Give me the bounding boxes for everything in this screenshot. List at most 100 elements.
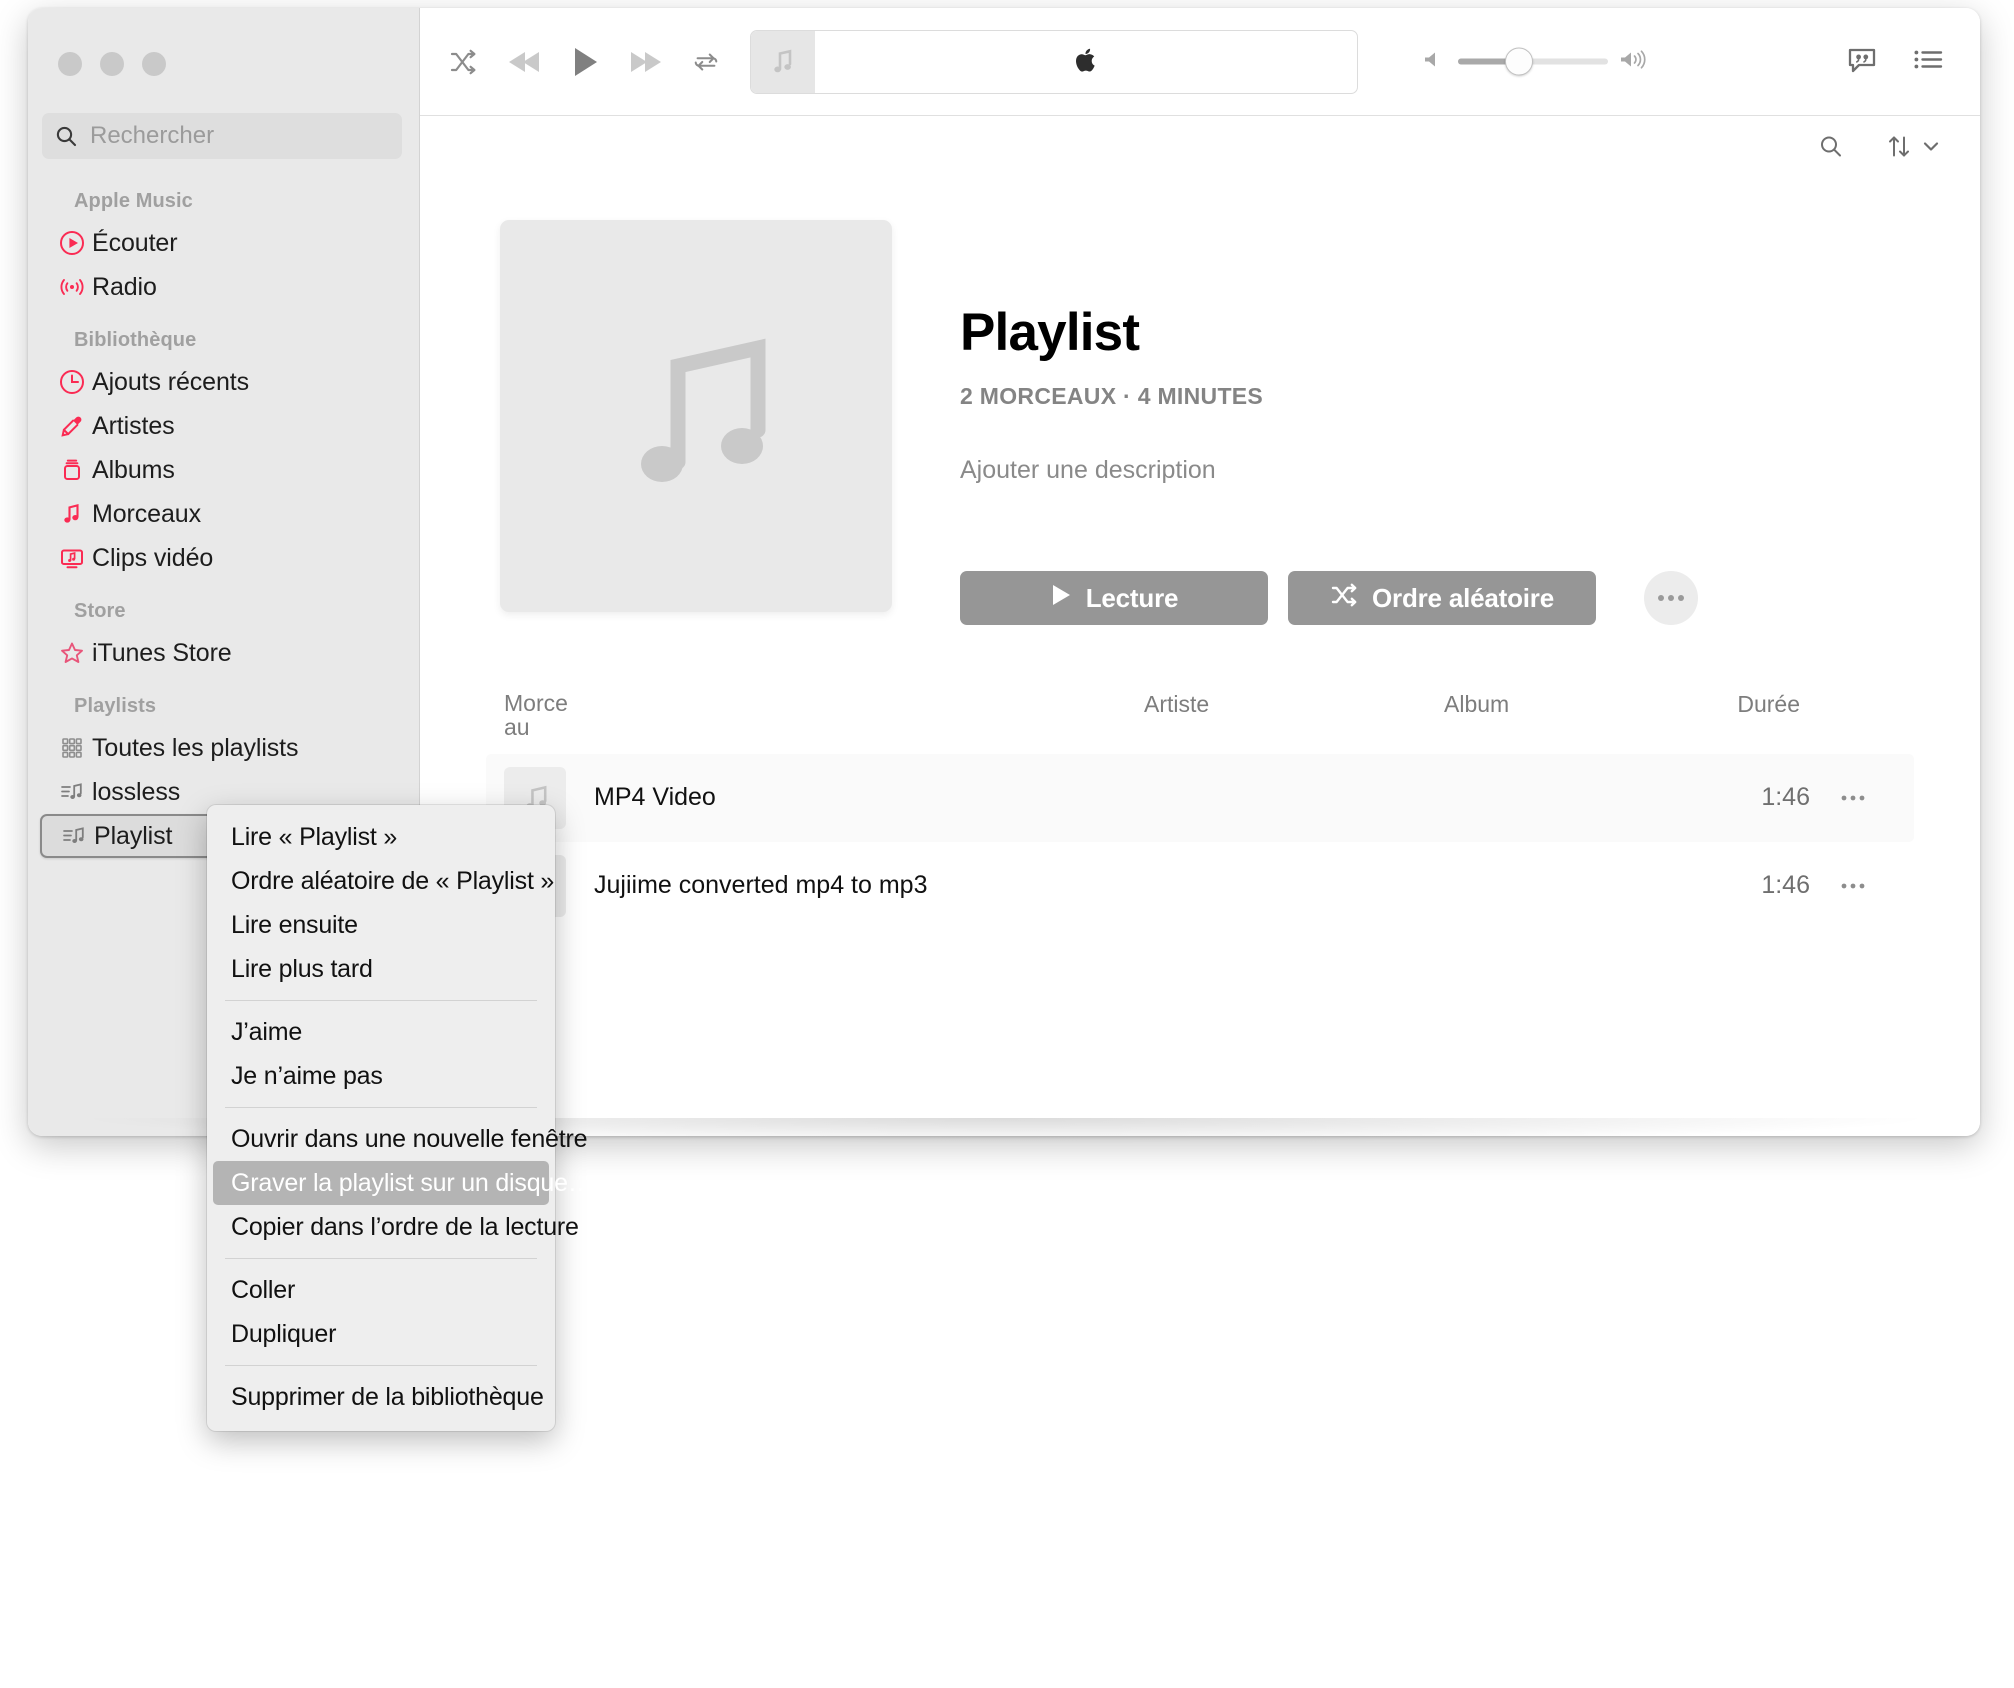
- sidebar-item-toutes-les-playlists[interactable]: Toutes les playlists: [40, 726, 408, 770]
- more-options-button[interactable]: [1644, 571, 1698, 625]
- menu-item-copier-ordre-lecture[interactable]: Copier dans l’ordre de la lecture: [213, 1205, 579, 1249]
- playlist-actions: Lecture Ordre aléatoire: [960, 571, 1980, 625]
- sidebar-item-label: Radio: [92, 272, 157, 301]
- sidebar-item-label: Toutes les playlists: [92, 733, 299, 762]
- sidebar-item-morceaux[interactable]: Morceaux: [40, 492, 408, 536]
- sidebar-item-ajouts-recents[interactable]: Ajouts récents: [40, 360, 408, 404]
- playlist-artwork[interactable]: [500, 220, 892, 612]
- sidebar-item-label: Clips vidéo: [92, 543, 214, 572]
- menu-item-supprimer-bibliotheque[interactable]: Supprimer de la bibliothèque: [213, 1375, 549, 1419]
- play-icon: [1050, 583, 1072, 614]
- sidebar-item-ecouter[interactable]: Écouter: [40, 221, 408, 265]
- menu-item-lire-ensuite[interactable]: Lire ensuite: [213, 903, 549, 947]
- search-field-container[interactable]: [42, 113, 402, 159]
- sort-control[interactable]: [1886, 134, 1940, 165]
- column-header-song[interactable]: Morce au: [504, 691, 1144, 740]
- video-clip-icon: [58, 544, 86, 572]
- menu-item-lire-playlist[interactable]: Lire « Playlist »: [213, 815, 549, 859]
- previous-track-button[interactable]: [506, 47, 542, 77]
- column-header-song-line1: Morce: [504, 690, 568, 716]
- column-header-song-line2: au: [504, 714, 530, 741]
- menu-separator: [225, 1000, 537, 1001]
- queue-list-icon[interactable]: [1912, 43, 1944, 80]
- radio-waves-icon: [58, 273, 86, 301]
- sidebar-item-itunes-store[interactable]: iTunes Store: [40, 631, 408, 675]
- sidebar-item-artistes[interactable]: Artistes: [40, 404, 408, 448]
- volume-slider[interactable]: [1458, 47, 1608, 76]
- microphone-icon: [58, 412, 86, 440]
- sidebar-item-radio[interactable]: Radio: [40, 265, 408, 309]
- shuffle-button-label: Ordre aléatoire: [1372, 582, 1554, 613]
- sidebar-item-label: Albums: [92, 455, 175, 484]
- column-header-album[interactable]: Album: [1444, 691, 1734, 718]
- track-table-header: Morce au Artiste Album Durée: [486, 691, 1914, 754]
- playlist-info: Playlist 2 MORCEAUX · 4 MINUTES Ajouter …: [960, 220, 1980, 625]
- toolbar-right-actions: [1846, 43, 1944, 80]
- subbar-actions: [1818, 134, 1940, 165]
- music-note-icon: [58, 500, 86, 528]
- volume-slider-knob[interactable]: [1505, 47, 1533, 76]
- clock-icon: [58, 368, 86, 396]
- sidebar-group-title-playlists: Playlists: [74, 695, 157, 717]
- track-duration: 1:46: [1761, 783, 1810, 812]
- menu-item-ouvrir-nouvelle-fenetre[interactable]: Ouvrir dans une nouvelle fenêtre: [213, 1117, 588, 1161]
- menu-item-coller[interactable]: Coller: [213, 1268, 549, 1312]
- lyrics-bubble-icon[interactable]: [1846, 43, 1878, 80]
- apple-logo-icon: [1073, 44, 1099, 81]
- play-circle-icon: [58, 229, 86, 257]
- next-track-button[interactable]: [628, 47, 664, 77]
- sidebar-item-label: Artistes: [92, 411, 175, 440]
- menu-item-je-naime-pas[interactable]: Je n’aime pas: [213, 1054, 549, 1098]
- sidebar-group-title-bibliotheque: Bibliothèque: [74, 329, 197, 351]
- track-name: MP4 Video: [594, 783, 716, 812]
- volume-low-icon: [1424, 48, 1446, 75]
- repeat-icon[interactable]: [692, 48, 720, 76]
- main-content: Playlist 2 MORCEAUX · 4 MINUTES Ajouter …: [420, 8, 1980, 1136]
- volume-high-icon: [1620, 48, 1650, 75]
- sidebar-item-label: Ajouts récents: [92, 367, 250, 396]
- now-playing-display[interactable]: [750, 30, 1358, 94]
- chevron-down-icon: [1922, 138, 1940, 161]
- column-header-artist[interactable]: Artiste: [1144, 691, 1444, 718]
- minimize-button[interactable]: [100, 52, 124, 76]
- now-playing-artwork: [751, 31, 815, 93]
- sidebar-item-clips-video[interactable]: Clips vidéo: [40, 536, 408, 580]
- page-title: Playlist: [960, 303, 1140, 362]
- add-description-link[interactable]: Ajouter une description: [960, 456, 1980, 485]
- playlist-meta: 2 MORCEAUX · 4 MINUTES: [960, 383, 1264, 409]
- playlist-note-icon: [58, 778, 86, 806]
- menu-separator: [225, 1258, 537, 1259]
- volume-control[interactable]: [1424, 47, 1650, 76]
- play-button[interactable]: [570, 45, 600, 79]
- screen: Apple Music Écouter Rad: [0, 0, 2014, 1688]
- sidebar-group-title-apple-music: Apple Music: [74, 190, 193, 212]
- shuffle-icon[interactable]: [448, 47, 478, 77]
- search-icon[interactable]: [1818, 134, 1844, 165]
- player-toolbar: [420, 8, 1980, 116]
- sidebar-item-albums[interactable]: Albums: [40, 448, 408, 492]
- star-icon: [58, 639, 86, 667]
- sort-arrows-icon: [1886, 134, 1912, 165]
- play-button-label: Lecture: [1085, 582, 1179, 613]
- play-button[interactable]: Lecture: [960, 571, 1268, 625]
- shuffle-icon: [1330, 582, 1358, 615]
- table-row[interactable]: MP4 Video 1:46: [486, 753, 1914, 842]
- content-subbar: [420, 116, 1980, 182]
- menu-item-ordre-aleatoire-playlist[interactable]: Ordre aléatoire de « Playlist »: [213, 859, 554, 903]
- track-more-button[interactable]: [1810, 883, 1896, 889]
- sidebar-item-label: lossless: [92, 777, 181, 806]
- search-input[interactable]: [90, 122, 390, 150]
- menu-item-jaime[interactable]: J’aime: [213, 1010, 549, 1054]
- track-more-button[interactable]: [1810, 795, 1896, 801]
- close-button[interactable]: [58, 52, 82, 76]
- shuffle-button[interactable]: Ordre aléatoire: [1288, 571, 1596, 625]
- sidebar-item-label: Playlist: [94, 821, 173, 850]
- menu-item-dupliquer[interactable]: Dupliquer: [213, 1312, 549, 1356]
- zoom-button[interactable]: [142, 52, 166, 76]
- sidebar-nav: Apple Music Écouter Radio Bibliothèque A…: [28, 170, 420, 858]
- menu-item-lire-plus-tard[interactable]: Lire plus tard: [213, 947, 549, 991]
- table-row[interactable]: Jujiime converted mp4 to mp3 1:46: [486, 842, 1914, 930]
- grid-dots-icon: [58, 734, 86, 762]
- menu-item-graver-playlist-disque[interactable]: Graver la playlist sur un disque…: [213, 1161, 593, 1205]
- column-header-duration[interactable]: Durée: [1734, 691, 1896, 718]
